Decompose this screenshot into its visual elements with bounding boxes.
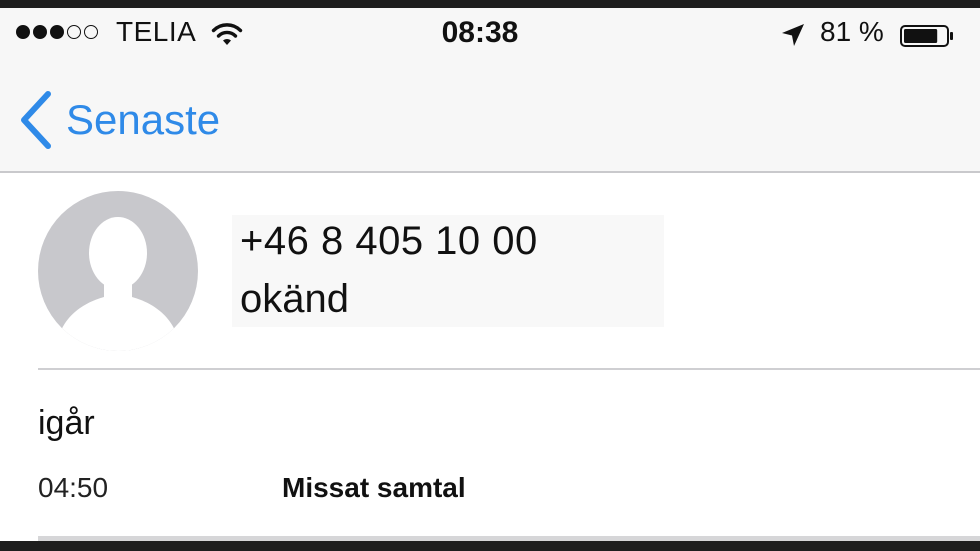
contact-header: +46 8 405 10 00 okänd xyxy=(0,173,980,368)
back-label: Senaste xyxy=(66,96,221,143)
contact-label: okänd xyxy=(240,277,349,321)
navigation-bar: Senaste xyxy=(0,72,980,168)
bottom-divider xyxy=(38,536,980,541)
battery-percent: 81 % xyxy=(820,16,884,47)
call-time: 04:50 xyxy=(38,472,109,503)
phone-screen: TELIA 08:38 81 % Senaste +46 8 405 10 00… xyxy=(0,8,980,541)
battery-icon xyxy=(900,25,953,47)
call-history-row: 04:50 Missat samtal xyxy=(38,470,938,510)
call-type: Missat samtal xyxy=(282,472,466,503)
back-button[interactable]: Senaste xyxy=(18,90,220,150)
top-bar: TELIA 08:38 81 % Senaste xyxy=(0,8,980,173)
history-date: igår xyxy=(38,404,95,442)
section-divider xyxy=(38,368,980,370)
status-bar: TELIA 08:38 81 % xyxy=(0,8,980,54)
chevron-left-icon xyxy=(21,91,51,149)
person-silhouette-icon xyxy=(38,191,198,351)
location-arrow-icon xyxy=(782,24,804,46)
contact-phone-number[interactable]: +46 8 405 10 00 xyxy=(240,219,538,264)
contact-info: +46 8 405 10 00 okänd xyxy=(232,215,664,327)
